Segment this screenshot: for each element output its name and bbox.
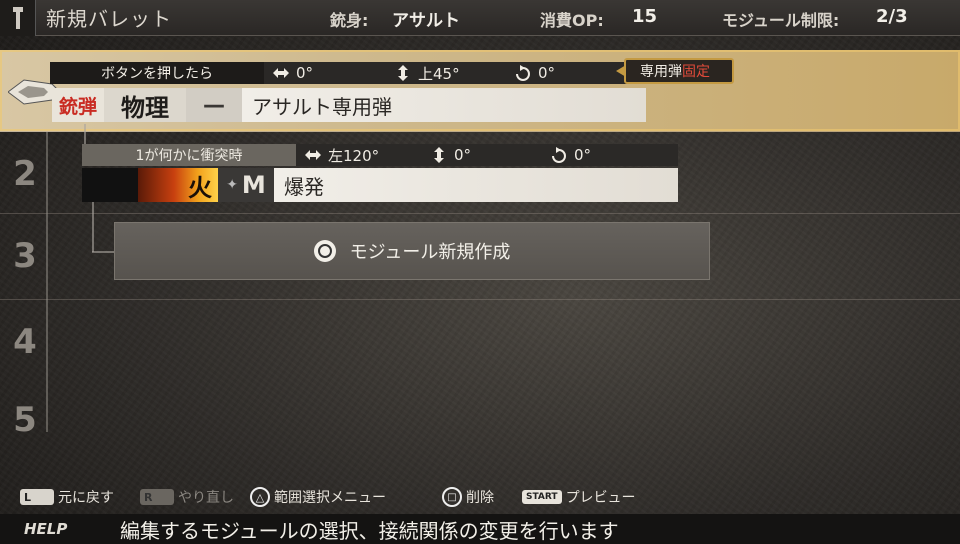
horizontal-arrow-icon (273, 68, 289, 78)
row-rail (46, 132, 48, 432)
delete-label: 削除 (466, 490, 494, 506)
help-bar: HELP 編集するモジュールの選択、接続関係の変更を行います (0, 514, 960, 544)
preview-control[interactable]: START プレビュー (522, 487, 636, 507)
delete-control[interactable]: □ 削除 (442, 487, 494, 507)
r-button-icon: R (140, 489, 174, 505)
header-bar: 新規バレット 銃身: アサルト 消費OP: 15 モジュール制限: 2/3 (0, 0, 960, 36)
module-limit-label: モジュール制限: (722, 11, 840, 30)
rotate-icon (516, 65, 530, 81)
triangle-button-icon: △ (250, 487, 270, 507)
page-title: 新規バレット (46, 7, 172, 31)
vertical-arrow-icon (434, 147, 444, 163)
horizontal-arrow-icon (305, 150, 321, 160)
element-empty-slot (82, 168, 138, 202)
new-module-button[interactable]: モジュール新規作成 (114, 222, 710, 280)
op-value: 15 (632, 6, 658, 27)
barrel-label: 銃身: (330, 11, 369, 30)
vertical-arrow-icon (398, 65, 408, 81)
vertical-angle: 0° (430, 146, 471, 164)
dedicated-fixed-badge: 専用弾 固定 (616, 58, 734, 84)
type-b-badge: 物理 (104, 88, 186, 122)
module-row-4[interactable]: 4 (0, 300, 960, 380)
connector-line (92, 251, 114, 253)
angles-row-2: 左120° 0° 0° (296, 144, 678, 166)
module-limit-value: 2/3 (876, 6, 908, 27)
row-number: 3 (13, 236, 37, 276)
row-number: 2 (13, 154, 37, 194)
bullet-name-2: 爆発 (274, 168, 678, 202)
help-text: 編集するモジュールの選択、接続関係の変更を行います (120, 518, 619, 543)
connector-line (92, 200, 94, 252)
trigger-label-1: ボタンを押したら (50, 62, 264, 84)
circle-button-icon (313, 240, 336, 262)
preview-label: プレビュー (565, 490, 636, 506)
row-number: 5 (13, 400, 37, 440)
wrench-icon (0, 0, 36, 36)
l-button-icon: L (20, 489, 54, 505)
module-row-5[interactable]: 5 (0, 380, 960, 440)
undo-label: 元に戻す (58, 490, 114, 506)
horizontal-angle: 左120° (304, 145, 379, 166)
redo-label: やり直し (178, 490, 234, 506)
undo-control[interactable]: L 元に戻す (20, 487, 114, 507)
connector-line (84, 124, 86, 146)
spark-icon: ✦ (226, 177, 238, 193)
vertical-angle: 上45° (394, 63, 460, 84)
range-select-label: 範囲選択メニュー (274, 490, 386, 506)
type-separator: — (186, 88, 242, 122)
start-button-icon: START (522, 490, 562, 504)
type-a-badge: 銃弾 (52, 88, 104, 122)
fire-element-badge: 火 (138, 168, 218, 202)
range-select-control[interactable]: △ 範囲選択メニュー (250, 487, 386, 507)
barrel-value: アサルト (392, 11, 460, 31)
op-label: 消費OP: (540, 11, 604, 30)
rotate-icon (552, 147, 566, 163)
redo-control[interactable]: R やり直し (140, 487, 234, 507)
row-number: 4 (13, 322, 37, 362)
controls-bar: L 元に戻す R やり直し △ 範囲選択メニュー □ 削除 START プレビュ… (0, 484, 960, 510)
bullet-name-1: アサルト専用弾 (242, 88, 646, 122)
help-tag: HELP (24, 520, 68, 538)
horizontal-angle: 0° (272, 64, 313, 82)
rotation-angle: 0° (550, 146, 591, 164)
new-module-label: モジュール新規作成 (349, 242, 511, 263)
square-button-icon: □ (442, 487, 462, 507)
rotation-angle: 0° (514, 64, 555, 82)
trigger-label-2: 1が何かに衝突時 (82, 144, 296, 166)
angles-row-1: 0° 上45° 0° (264, 62, 646, 84)
module-mark-badge: ✦ M (218, 168, 274, 202)
